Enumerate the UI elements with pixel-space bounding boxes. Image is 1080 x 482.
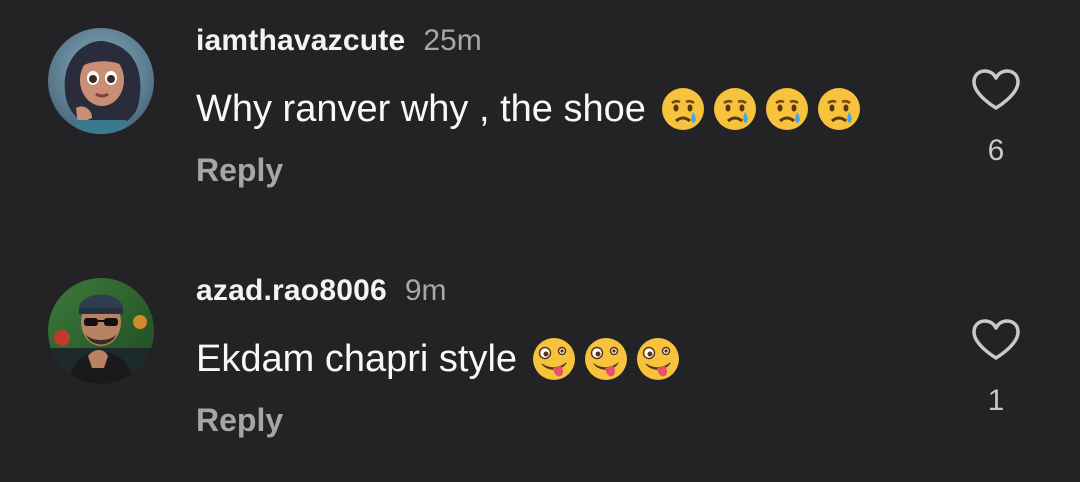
- emoji-group: [660, 86, 862, 132]
- like-count: 6: [987, 134, 1005, 167]
- comment-meta: iamthavazcute 25m: [196, 24, 482, 64]
- comment-meta: azad.rao8006 9m: [196, 274, 447, 314]
- reply-button[interactable]: Reply: [196, 152, 283, 189]
- comment-item: azad.rao8006 9m Ekdam chapri style Reply…: [0, 250, 1080, 482]
- comment-text: Why ranver why , the shoe: [196, 84, 862, 134]
- username[interactable]: iamthavazcute: [196, 24, 405, 58]
- zany-face-icon: [533, 338, 576, 380]
- like-count: 1: [987, 384, 1005, 417]
- comment-body: Why ranver why , the shoe: [196, 87, 646, 130]
- emoji-group: [531, 336, 681, 382]
- reply-button[interactable]: Reply: [196, 402, 283, 439]
- avatar[interactable]: [48, 278, 154, 384]
- timestamp: 9m: [404, 274, 447, 307]
- avatar-image: [48, 278, 154, 384]
- crying-face-icon: [817, 88, 860, 130]
- heart-icon[interactable]: [970, 68, 1022, 112]
- avatar-image: [48, 28, 154, 134]
- zany-face-icon: [637, 338, 680, 380]
- username[interactable]: azad.rao8006: [196, 274, 387, 308]
- crying-face-icon: [765, 88, 808, 130]
- comment-body: Ekdam chapri style: [196, 337, 518, 380]
- comment-text: Ekdam chapri style: [196, 334, 681, 384]
- crying-face-icon: [713, 88, 756, 130]
- avatar[interactable]: [48, 28, 154, 134]
- comment-item: iamthavazcute 25m Why ranver why , the s…: [0, 0, 1080, 232]
- crying-face-icon: [661, 88, 704, 130]
- zany-face-icon: [585, 338, 628, 380]
- heart-icon[interactable]: [970, 318, 1022, 362]
- timestamp: 25m: [423, 24, 482, 57]
